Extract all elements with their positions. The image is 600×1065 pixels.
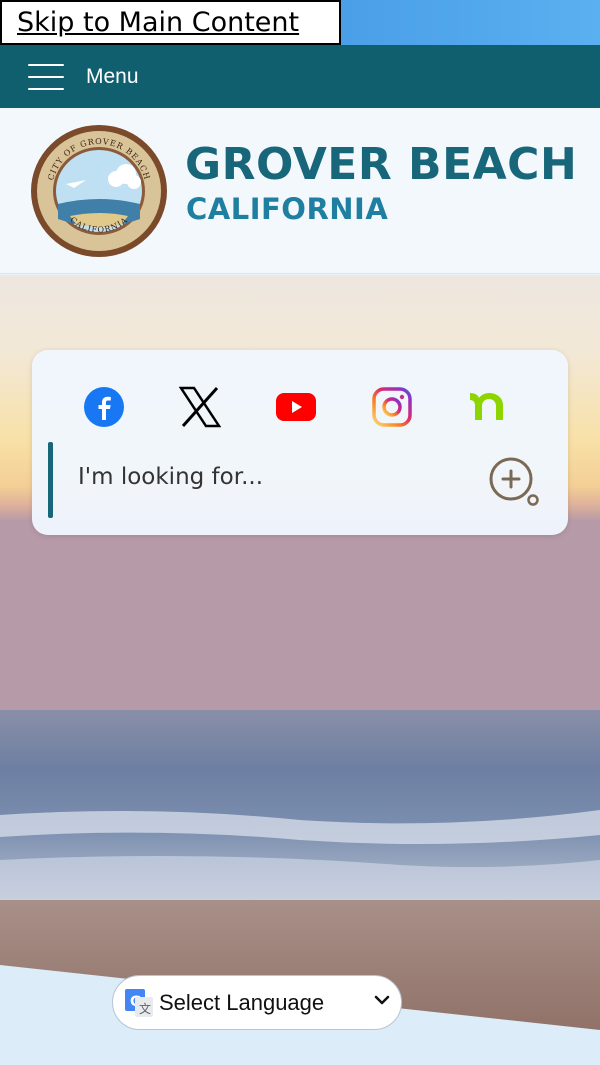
hamburger-icon[interactable] [28,63,64,90]
language-select-label: Select Language [159,989,325,1015]
svg-text:文: 文 [139,1001,151,1016]
search-input[interactable]: I'm looking for... [78,464,263,490]
site-subtitle[interactable]: CALIFORNIA [186,192,388,226]
city-seal-logo[interactable]: CITY OF GROVER BEACH CALIFORNIA [30,124,168,258]
nextdoor-icon [470,393,503,420]
search-button[interactable] [488,457,540,507]
skip-to-main-content-link[interactable]: Skip to Main Content [0,0,341,45]
menu-bar[interactable]: Menu [0,45,600,108]
instagram-icon [372,387,412,427]
google-translate-icon: G 文 [123,987,155,1019]
x-icon [179,386,221,428]
menu-label[interactable]: Menu [86,65,139,89]
facebook-link[interactable] [82,385,126,429]
language-select[interactable]: G 文 Select Language [112,975,402,1030]
search-bar: I'm looking for... [48,442,548,518]
search-plus-icon [489,457,539,506]
site-title[interactable]: GROVER BEACH [185,139,577,190]
site-header: CITY OF GROVER BEACH CALIFORNIA GROVER B… [0,108,600,274]
nextdoor-link[interactable] [466,385,510,429]
x-link[interactable] [178,385,222,429]
facebook-icon [84,387,124,427]
youtube-link[interactable] [274,385,318,429]
search-card: I'm looking for... [32,350,568,535]
instagram-link[interactable] [370,385,414,429]
chevron-down-icon [374,995,390,1005]
search-accent-bar [48,442,53,518]
youtube-icon [276,393,316,421]
